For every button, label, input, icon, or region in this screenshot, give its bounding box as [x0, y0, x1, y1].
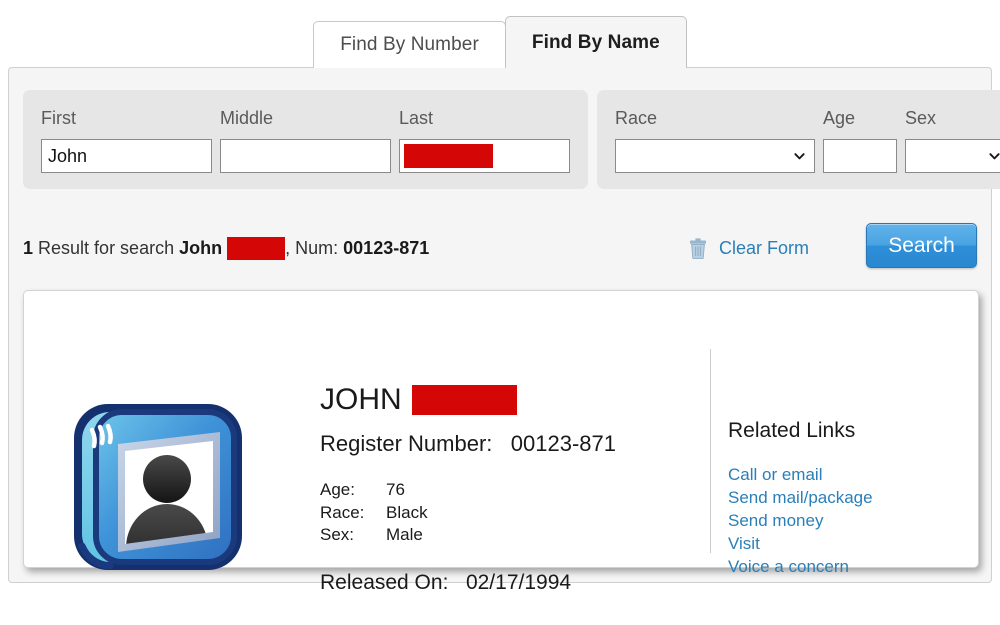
middle-name-label: Middle — [220, 108, 274, 128]
result-summary-last-name-redaction — [227, 236, 286, 260]
last-name-label: Last — [399, 108, 434, 128]
attribute-value-sex: Male — [386, 525, 423, 544]
attribute-value-age: 76 — [386, 480, 405, 499]
chevron-down-icon — [794, 153, 805, 160]
related-links-section: Related Links Call or email Send mail/pa… — [728, 419, 958, 578]
middle-name-group: Middle — [220, 108, 391, 173]
name-field-group: First John Middle Last — [23, 90, 588, 189]
result-released-date: 02/17/1994 — [465, 570, 572, 594]
middle-name-input[interactable] — [220, 139, 391, 173]
result-released-label: Released On: — [320, 570, 449, 594]
last-name-input[interactable] — [399, 139, 570, 173]
attribute-row-sex: Sex: Male — [320, 524, 700, 547]
result-summary-prefix: Result for search — [38, 237, 175, 258]
result-attributes: Age: 76 Race: Black Sex: Male — [320, 479, 700, 547]
related-link-voice-a-concern[interactable]: Voice a concern — [728, 555, 958, 578]
result-summary-first-name: John — [179, 237, 223, 258]
result-card: JOHN Register Number: 00123-871 Age: 76 … — [23, 290, 979, 594]
sex-select[interactable] — [905, 139, 1000, 173]
card-divider — [710, 349, 711, 553]
race-select[interactable] — [615, 139, 815, 173]
related-links-title: Related Links — [728, 419, 856, 442]
result-count: 1 — [23, 237, 34, 258]
attribute-key-age: Age: — [320, 480, 355, 499]
tab-find-by-number-label: Find By Number — [340, 34, 479, 55]
search-button[interactable]: Search — [866, 223, 977, 268]
attribute-row-race: Race: Black — [320, 502, 700, 525]
attribute-key-sex: Sex: — [320, 525, 355, 544]
photo-placeholder-icon — [62, 396, 258, 592]
first-name-group: First John — [41, 108, 212, 173]
clear-form-label[interactable]: Clear Form — [719, 238, 809, 259]
result-summary-separator: , Num: — [285, 237, 339, 258]
page-root: Find By Number Find By Name First John M… — [0, 0, 1000, 625]
race-label: Race — [615, 108, 658, 128]
attribute-key-race: Race: — [320, 502, 365, 522]
related-link-send-money[interactable]: Send money — [728, 509, 958, 532]
result-released-line: Released On: 02/17/1994 — [320, 571, 700, 595]
result-register-line: Register Number: 00123-871 — [320, 431, 700, 457]
tab-find-by-name[interactable]: Find By Name — [504, 16, 687, 69]
result-last-name-redaction — [411, 385, 517, 415]
sex-label: Sex — [905, 108, 937, 128]
related-links-list: Call or email Send mail/package Send mon… — [728, 463, 958, 578]
result-summary: 1 Result for search John , Num: 00123-87… — [23, 235, 429, 261]
last-name-group: Last — [399, 108, 570, 173]
result-summary-register-number: 00123-871 — [343, 237, 430, 258]
search-form: First John Middle Last Race Age Sex — [23, 90, 1000, 189]
first-name-value: John — [48, 145, 88, 166]
related-link-visit[interactable]: Visit — [728, 532, 958, 555]
trash-icon — [690, 237, 706, 259]
related-link-send-mail-package[interactable]: Send mail/package — [728, 486, 958, 509]
chevron-down-icon — [989, 153, 1000, 160]
result-register-label: Register Number: — [320, 431, 493, 456]
first-name-input[interactable]: John — [41, 139, 212, 173]
tab-find-by-name-label: Find By Name — [531, 31, 660, 53]
last-name-redaction — [404, 144, 493, 168]
attribute-row-age: Age: 76 — [320, 479, 700, 502]
demographic-field-group: Race Age Sex — [597, 90, 1000, 189]
search-panel: First John Middle Last Race Age Sex 1 Re… — [8, 67, 1000, 594]
result-first-name: JOHN — [320, 383, 402, 416]
result-name-line: JOHN — [320, 383, 700, 417]
race-group: Race — [615, 108, 815, 173]
result-register-number: 00123-871 — [510, 431, 616, 456]
tab-bar: Find By Number Find By Name — [0, 0, 1000, 69]
attribute-value-race: Black — [386, 502, 428, 522]
age-label: Age — [823, 108, 856, 128]
first-name-label: First — [41, 108, 76, 128]
age-group: Age — [823, 108, 897, 173]
sex-group: Sex — [905, 108, 1000, 173]
clear-form-action[interactable]: Clear Form — [689, 231, 809, 265]
result-details: JOHN Register Number: 00123-871 Age: 76 … — [320, 383, 700, 595]
related-link-call-or-email[interactable]: Call or email — [728, 463, 958, 486]
age-input[interactable] — [823, 139, 897, 173]
search-button-label: Search — [888, 233, 955, 257]
tab-find-by-number[interactable]: Find By Number — [313, 21, 506, 68]
